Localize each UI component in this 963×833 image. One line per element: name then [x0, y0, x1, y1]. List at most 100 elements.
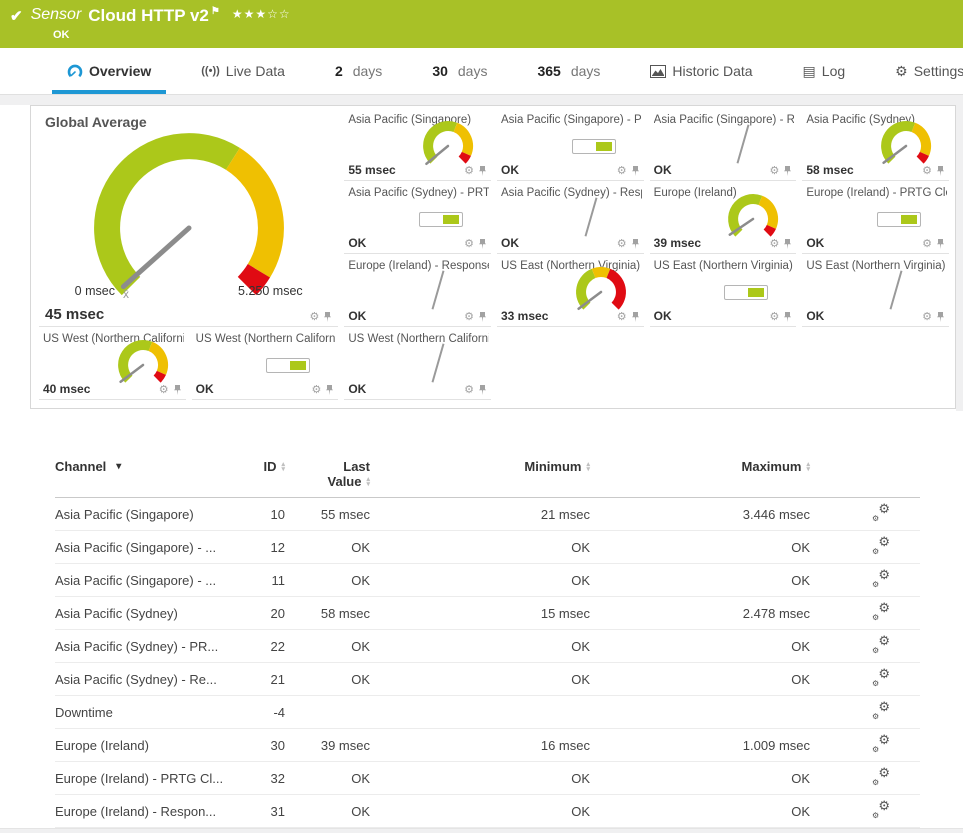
global-average-tile[interactable]: Global Average x̄ 0 msec 5.250 msec 45 m…	[39, 108, 339, 327]
channel-settings-icon[interactable]: ⚙ ⚙	[872, 567, 890, 589]
cell-channel: Asia Pacific (Singapore)	[55, 497, 245, 531]
channel-tile-value: OK	[806, 309, 825, 323]
column-header-last-value[interactable]: Last Value ▴ ▾	[285, 453, 370, 498]
priority-stars[interactable]: ★★★☆☆	[232, 7, 291, 21]
channel-tile[interactable]: US East (Northern Virginia) - ... OK ⚙	[802, 254, 949, 327]
channel-tile[interactable]: Asia Pacific (Sydney) 58 msec ⚙	[802, 108, 949, 181]
column-header-minimum[interactable]: Minimum ▴ ▾	[370, 453, 590, 498]
channel-tile-gauge	[584, 197, 598, 237]
channel-settings-icon[interactable]: ⚙ ⚙	[872, 699, 890, 721]
channel-tile-label: US West (Northern California)...	[195, 333, 337, 345]
channel-tile[interactable]: Europe (Ireland) 39 msec ⚙	[649, 181, 797, 254]
gear-icon[interactable]: ⚙	[464, 312, 474, 323]
column-header-id[interactable]: ID ▴ ▾	[245, 453, 285, 498]
tab-bar: Overview ((•)) Live Data 2 days 30 days 36…	[0, 48, 963, 95]
channel-tile-label: Asia Pacific (Singapore) - Res...	[653, 114, 795, 126]
tab-30-days[interactable]: 30 days	[417, 52, 502, 94]
channel-settings-icon[interactable]: ⚙ ⚙	[872, 765, 890, 787]
pin-icon[interactable]	[478, 239, 487, 250]
chevron-down-icon: ▾	[116, 461, 122, 472]
cell-last-value: 39 msec	[285, 728, 370, 762]
gear-icon[interactable]: ⚙	[922, 312, 932, 323]
pin-icon[interactable]	[936, 239, 945, 250]
channel-tile[interactable]: Asia Pacific (Singapore) - PR... OK ⚙	[497, 108, 644, 181]
channel-tile-value: OK	[501, 163, 519, 177]
channel-settings-icon[interactable]: ⚙ ⚙	[872, 501, 890, 523]
column-header-maximum[interactable]: Maximum ▴ ▾	[590, 453, 810, 498]
channel-tile[interactable]: Europe (Ireland) - PRTG Cloud... OK ⚙	[802, 181, 949, 254]
channel-tile[interactable]: US East (Northern Virginia) 33 msec ⚙	[497, 254, 644, 327]
pin-icon[interactable]	[631, 239, 640, 250]
tab-historic-data[interactable]: Historic Data	[635, 52, 767, 94]
flag-icon[interactable]: ⚑	[211, 6, 220, 17]
channel-tile-value: 55 msec	[348, 163, 396, 177]
gear-icon[interactable]: ⚙	[769, 239, 779, 250]
cell-id: 11	[245, 563, 285, 597]
pin-icon[interactable]	[325, 385, 334, 396]
tab-2-days[interactable]: 2 days	[320, 52, 397, 94]
pin-icon[interactable]	[478, 312, 487, 323]
channel-settings-icon[interactable]: ⚙ ⚙	[872, 666, 890, 688]
channel-tile-value: 58 msec	[806, 163, 854, 177]
gear-icon[interactable]: ⚙	[311, 385, 321, 396]
channel-tile[interactable]: US East (Northern Virginia) - ... OK ⚙	[649, 254, 797, 327]
channel-tile-gauge	[431, 343, 445, 383]
gear-icon[interactable]: ⚙	[922, 166, 932, 177]
gear-icon[interactable]: ⚙	[464, 239, 474, 250]
status-check-icon: ✔	[10, 8, 23, 25]
gear-icon[interactable]: ⚙	[617, 166, 627, 177]
channel-tile[interactable]: US West (Northern California)... OK ⚙	[191, 327, 339, 400]
channel-table-header-row: Channel ▾ ID ▴ ▾ Last Value ▴ ▾ Minimum ▴ ▾ M…	[55, 453, 920, 498]
channel-settings-icon[interactable]: ⚙ ⚙	[872, 600, 890, 622]
pin-icon[interactable]	[631, 312, 640, 323]
pin-icon[interactable]	[936, 312, 945, 323]
gear-icon[interactable]: ⚙	[617, 239, 627, 250]
tab-live-data[interactable]: ((•)) Live Data	[186, 52, 300, 94]
gauge-icon	[67, 64, 83, 79]
gear-icon[interactable]: ⚙	[159, 385, 169, 396]
cell-maximum: OK	[590, 794, 810, 828]
pin-icon[interactable]	[478, 385, 487, 396]
channel-tile[interactable]: Asia Pacific (Singapore) - Res... OK ⚙	[649, 108, 797, 181]
channel-tile[interactable]: US West (Northern California)... OK ⚙	[344, 327, 491, 400]
tab-365-days[interactable]: 365 days	[522, 52, 615, 94]
table-row: Downtime -4 ⚙ ⚙	[55, 695, 920, 729]
pin-icon[interactable]	[783, 312, 792, 323]
sort-icon: ▴ ▾	[366, 476, 370, 488]
channel-settings-icon[interactable]: ⚙ ⚙	[872, 633, 890, 655]
pin-icon[interactable]	[323, 312, 332, 323]
gear-icon: ⚙	[895, 63, 908, 79]
cell-maximum: OK	[590, 662, 810, 696]
channel-tile-value: OK	[348, 309, 367, 323]
channel-settings-icon[interactable]: ⚙ ⚙	[872, 732, 890, 754]
channel-tile[interactable]: Europe (Ireland) - Response C... OK ⚙	[344, 254, 491, 327]
tab-settings[interactable]: ⚙ Settings	[880, 52, 963, 94]
channel-tile-gauge	[889, 270, 903, 310]
pin-icon[interactable]	[783, 239, 792, 250]
table-row: Asia Pacific (Singapore) - ... 11 OK OK …	[55, 563, 920, 597]
channel-tile[interactable]: Asia Pacific (Sydney) - PRTG ... OK ⚙	[344, 181, 491, 254]
gear-icon[interactable]: ⚙	[617, 312, 627, 323]
needle-indicator	[736, 124, 750, 164]
pin-icon[interactable]	[783, 166, 792, 177]
gear-icon[interactable]: ⚙	[769, 166, 779, 177]
pin-icon[interactable]	[173, 385, 182, 396]
gear-icon[interactable]: ⚙	[309, 312, 319, 323]
gear-icon[interactable]: ⚙	[769, 312, 779, 323]
channel-tile[interactable]: Asia Pacific (Singapore) 55 msec ⚙	[344, 108, 491, 181]
channel-settings-icon[interactable]: ⚙ ⚙	[872, 798, 890, 820]
channel-tile[interactable]: US West (Northern California) 40 msec ⚙	[39, 327, 186, 400]
cell-last-value: OK	[285, 794, 370, 828]
tab-log[interactable]: ▤ Log	[788, 52, 861, 94]
gear-icon[interactable]: ⚙	[922, 239, 932, 250]
cell-minimum: OK	[370, 563, 590, 597]
gear-icon[interactable]: ⚙	[464, 385, 474, 396]
channel-tile[interactable]: Asia Pacific (Sydney) - Respo... OK ⚙	[497, 181, 644, 254]
column-header-channel[interactable]: Channel ▾	[55, 453, 245, 498]
pin-icon[interactable]	[478, 166, 487, 177]
pin-icon[interactable]	[936, 166, 945, 177]
pin-icon[interactable]	[631, 166, 640, 177]
tab-overview[interactable]: Overview	[52, 52, 167, 94]
channel-settings-icon[interactable]: ⚙ ⚙	[872, 534, 890, 556]
gear-icon[interactable]: ⚙	[464, 166, 474, 177]
